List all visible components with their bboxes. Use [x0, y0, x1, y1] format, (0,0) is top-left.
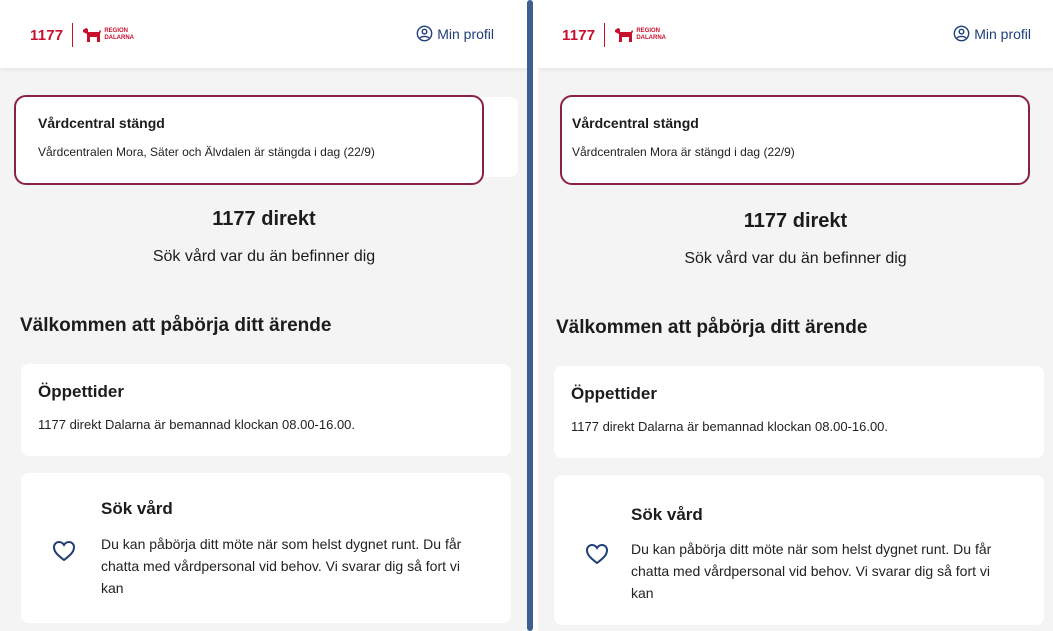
- seek-care-card[interactable]: Sök vård Du kan påbörja ditt möte när so…: [554, 475, 1044, 625]
- min-profil-link[interactable]: Min profil: [953, 25, 1031, 42]
- logo[interactable]: 1177 REGION DALARNA: [30, 22, 134, 48]
- logo-1177-text: 1177: [562, 26, 596, 44]
- left-panel: 1177 REGION DALARNA Min profil Vårdcentr…: [0, 0, 528, 631]
- opening-hours-card: Öppettider 1177 direkt Dalarna är bemann…: [21, 364, 511, 456]
- opening-hours-text: 1177 direkt Dalarna är bemannad klockan …: [38, 417, 356, 432]
- welcome-heading: Välkommen att påbörja ditt ärende: [20, 315, 332, 336]
- alert-text: Vårdcentralen Mora är stängd i dag (22/9…: [572, 145, 795, 159]
- service-title: 1177 direkt: [212, 208, 316, 230]
- alert-text: Vårdcentralen Mora, Säter och Älvdalen ä…: [38, 145, 375, 159]
- dala-horse-icon: [615, 28, 634, 42]
- opening-hours-title: Öppettider: [571, 384, 657, 403]
- closed-alert: Vårdcentral stängd Vårdcentralen Mora, S…: [14, 95, 484, 185]
- opening-hours-text: 1177 direkt Dalarna är bemannad klockan …: [571, 419, 889, 434]
- header: 1177 REGION DALARNA Min profil: [0, 0, 528, 68]
- profile-label: Min profil: [437, 25, 494, 42]
- logo-1177-text: 1177: [30, 26, 64, 44]
- welcome-heading: Välkommen att påbörja ditt ärende: [556, 317, 868, 338]
- service-subtitle: Sök vård var du än befinner dig: [684, 250, 907, 267]
- dala-horse-icon: [83, 28, 102, 42]
- alert-title: Vårdcentral stängd: [572, 115, 699, 131]
- seek-care-title: Sök vård: [101, 499, 173, 518]
- service-subtitle: Sök vård var du än befinner dig: [152, 248, 376, 265]
- heart-icon: [52, 540, 76, 562]
- opening-hours-title: Öppettider: [38, 382, 124, 401]
- user-circle-icon: [416, 25, 433, 42]
- closed-alert: Vårdcentral stängd Vårdcentralen Mora är…: [560, 95, 1030, 185]
- logo-region-text: REGION DALARNA: [636, 28, 667, 41]
- logo-region-text: REGION DALARNA: [104, 28, 135, 41]
- header: 1177 REGION DALARNA Min profil: [538, 0, 1053, 68]
- seek-care-title: Sök vård: [631, 505, 703, 524]
- seek-care-card[interactable]: Sök vård Du kan påbörja ditt möte när so…: [21, 473, 511, 623]
- seek-care-text: Du kan påbörja ditt möte när som helst d…: [101, 536, 462, 596]
- min-profil-link[interactable]: Min profil: [416, 25, 494, 42]
- logo-separator: [604, 23, 606, 47]
- heart-icon: [585, 543, 609, 565]
- right-panel: 1177 REGION DALARNA Min profil Vårdcentr…: [538, 0, 1053, 631]
- service-title: 1177 direkt: [743, 210, 848, 232]
- alert-title: Vårdcentral stängd: [38, 115, 165, 131]
- profile-label: Min profil: [974, 25, 1031, 42]
- logo[interactable]: 1177 REGION DALARNA: [562, 22, 666, 48]
- seek-care-text: Du kan påbörja ditt möte när som helst d…: [631, 541, 992, 601]
- user-circle-icon: [953, 25, 970, 42]
- logo-separator: [72, 23, 74, 47]
- opening-hours-card: Öppettider 1177 direkt Dalarna är bemann…: [554, 366, 1044, 458]
